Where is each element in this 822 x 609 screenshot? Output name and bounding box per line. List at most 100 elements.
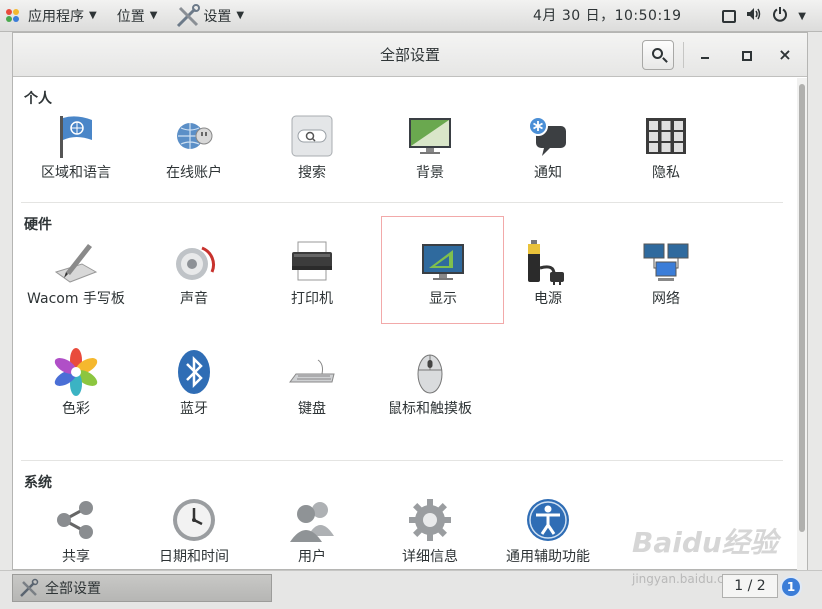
color-icon: [52, 348, 100, 396]
settings-label: 设置: [203, 8, 232, 25]
panel-background[interactable]: 背景: [380, 112, 480, 182]
wacom-tablet-icon: [52, 238, 100, 286]
panel-label: 打印机: [291, 291, 333, 307]
panel-label: 色彩: [62, 401, 90, 417]
chevron-down-icon: ▼: [89, 10, 97, 21]
accessibility-icon: [524, 496, 572, 544]
panel-online-accounts[interactable]: 在线账户: [144, 112, 244, 182]
panel-bluetooth[interactable]: 蓝牙: [144, 348, 244, 418]
applications-label: 应用程序: [28, 8, 84, 25]
maximize-button[interactable]: [736, 45, 756, 65]
volume-icon[interactable]: [746, 7, 762, 25]
panel-label: 在线账户: [166, 165, 222, 181]
panel-keyboard[interactable]: 键盘: [262, 348, 362, 418]
workspace-pager[interactable]: 1 / 2: [722, 574, 778, 598]
keyboard-icon: [288, 348, 336, 396]
panel-sound[interactable]: 声音: [144, 238, 244, 308]
panel-label: 网络: [652, 291, 680, 307]
panel-label: 蓝牙: [180, 401, 208, 417]
window-header: 全部设置 ×: [13, 33, 807, 77]
bluetooth-icon: [170, 348, 218, 396]
settings-panels: 个人 区域和语言 在线账户 搜索 背景 通知 隐私 硬件 Wacom 手写板 声…: [13, 78, 797, 570]
chevron-down-icon[interactable]: ▼: [798, 11, 806, 22]
panel-date-time[interactable]: 日期和时间: [144, 496, 244, 566]
panel-mouse-touchpad[interactable]: 鼠标和触摸板: [380, 348, 480, 418]
panel-label: 鼠标和触摸板: [388, 401, 472, 417]
panel-label: 区域和语言: [41, 165, 111, 181]
system-tray[interactable]: ▼: [722, 0, 806, 32]
section-title-system: 系统: [24, 475, 52, 491]
window-list-icon[interactable]: [722, 9, 737, 23]
panel-label: 用户: [298, 549, 326, 565]
panel-printers[interactable]: 打印机: [262, 238, 362, 308]
panel-label: 隐私: [652, 165, 680, 181]
power-icon: [524, 238, 572, 286]
panel-label: 通用辅助功能: [506, 549, 590, 565]
users-icon: [288, 496, 336, 544]
section-divider: [21, 202, 783, 203]
section-title-personal: 个人: [24, 91, 52, 107]
background-icon: [406, 112, 454, 160]
clock-icon: [170, 496, 218, 544]
panel-label: 共享: [62, 549, 90, 565]
panel-universal-access[interactable]: 通用辅助功能: [498, 496, 598, 566]
panel-label: 通知: [534, 165, 562, 181]
section-divider: [21, 460, 783, 461]
settings-window: 全部设置 × 个人 区域和语言 在线账户 搜索 背景 通知 隐私 硬件 Waco…: [12, 32, 808, 570]
settings-tools-icon: [19, 578, 39, 598]
scrollbar[interactable]: [797, 78, 807, 570]
places-menu[interactable]: 位置 ▼: [111, 0, 164, 32]
workspace-badge[interactable]: 1: [780, 576, 802, 598]
panel-label: 搜索: [298, 165, 326, 181]
close-button[interactable]: ×: [775, 45, 795, 65]
search-button[interactable]: [642, 40, 674, 70]
panel-details[interactable]: 详细信息: [380, 496, 480, 566]
printer-icon: [288, 238, 336, 286]
display-icon: [419, 238, 467, 286]
panel-users[interactable]: 用户: [262, 496, 362, 566]
applications-menu[interactable]: 应用程序 ▼: [0, 0, 103, 32]
section-title-hardware: 硬件: [24, 217, 52, 233]
gear-icon: [406, 496, 454, 544]
panel-search[interactable]: 搜索: [262, 112, 362, 182]
sharing-icon: [52, 496, 100, 544]
settings-tools-icon: [175, 3, 201, 29]
panel-region-language[interactable]: 区域和语言: [26, 112, 126, 182]
task-label: 全部设置: [45, 581, 101, 597]
search-icon: [288, 112, 336, 160]
top-panel: 应用程序 ▼ 位置 ▼ 设置 ▼ 4月 30 日，10:50:19 ▼: [0, 0, 822, 32]
panel-sharing[interactable]: 共享: [26, 496, 126, 566]
taskbar-item-settings[interactable]: 全部设置: [12, 574, 272, 602]
panel-label: 电源: [534, 291, 562, 307]
panel-wacom-tablet[interactable]: Wacom 手写板: [26, 238, 126, 308]
scrollbar-thumb[interactable]: [799, 84, 805, 532]
panel-label: 日期和时间: [159, 549, 229, 565]
window-title: 全部设置: [379, 46, 440, 64]
sound-icon: [170, 238, 218, 286]
power-menu-icon[interactable]: [772, 6, 788, 26]
privacy-icon: [642, 112, 690, 160]
chevron-down-icon: ▼: [149, 10, 158, 21]
settings-menu[interactable]: 设置 ▼: [169, 0, 250, 32]
flag-icon: [52, 112, 100, 160]
header-separator: [683, 42, 684, 68]
mouse-icon: [406, 348, 454, 396]
clock[interactable]: 4月 30 日，10:50:19: [533, 0, 682, 32]
watermark-logo: Baidu经验: [632, 526, 778, 559]
panel-color[interactable]: 色彩: [26, 348, 126, 418]
chevron-down-icon: ▼: [236, 10, 245, 21]
panel-label: 背景: [416, 165, 444, 181]
panel-label: 详细信息: [402, 549, 458, 565]
search-icon: [652, 48, 663, 59]
panel-notifications[interactable]: 通知: [498, 112, 598, 182]
applications-icon: [6, 8, 20, 23]
panel-power[interactable]: 电源: [498, 238, 598, 308]
panel-display[interactable]: 显示: [393, 238, 493, 308]
panel-privacy[interactable]: 隐私: [616, 112, 716, 182]
minimize-button[interactable]: [696, 45, 716, 65]
network-icon: [642, 238, 690, 286]
panel-network[interactable]: 网络: [616, 238, 716, 308]
panel-label: 显示: [429, 291, 457, 307]
panel-label: Wacom 手写板: [27, 291, 125, 307]
panel-label: 键盘: [298, 401, 326, 417]
